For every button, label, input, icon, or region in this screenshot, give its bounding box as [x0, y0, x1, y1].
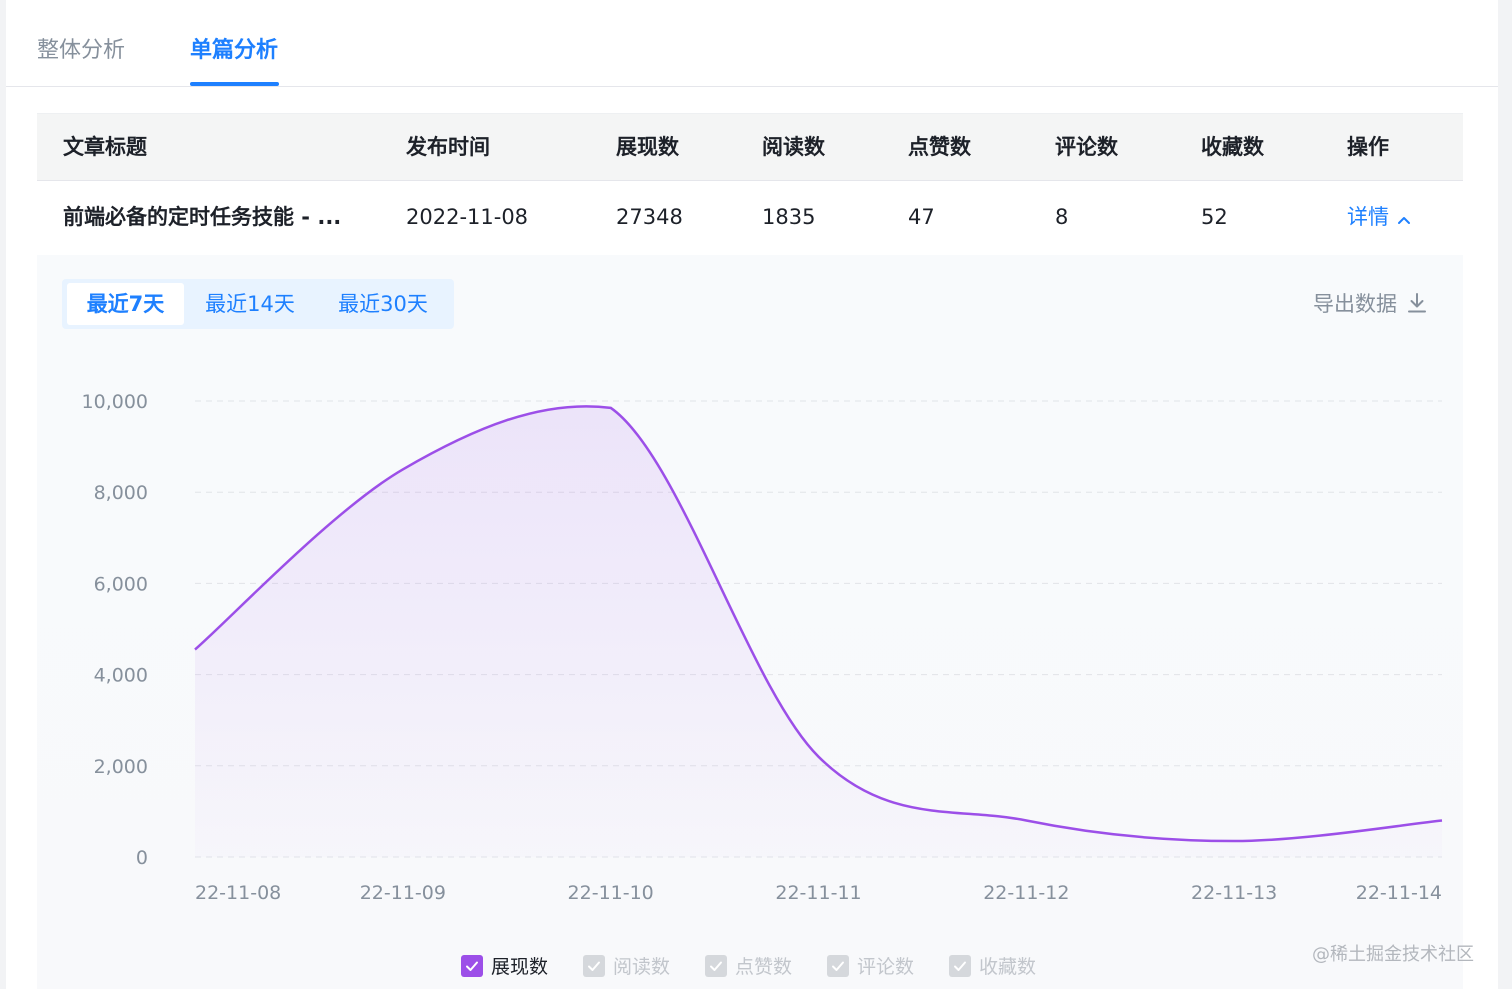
data-point[interactable]: [400, 466, 406, 472]
column-header-reads: 阅读数: [762, 135, 825, 159]
data-point[interactable]: [816, 754, 822, 760]
legend-item[interactable]: 收藏数: [949, 952, 1036, 979]
content-panel: 整体分析 单篇分析 文章标题 发布时间 展现数 阅读数 点赞数 评论数 收藏数 …: [6, 0, 1498, 989]
legend-label: 评论数: [857, 956, 915, 978]
x-axis-tick-label: 22-11-14: [1356, 882, 1442, 904]
x-axis-tick-label: 22-11-13: [1191, 882, 1277, 904]
y-axis-tick-label: 4,000: [94, 665, 148, 687]
legend-item[interactable]: 点赞数: [705, 952, 792, 979]
y-axis-tick-label: 6,000: [94, 573, 148, 595]
x-axis-tick-label: 22-11-09: [360, 882, 446, 904]
publish-date: 2022-11-08: [406, 205, 529, 229]
impressions-area-chart: 0 2,000 4,000 6,000 8,000 10,000 22-11-08 22-1…: [82, 391, 1445, 904]
table-row: 前端必备的定时任务技能 - ... 2022-11-08 27348 1835 …: [37, 180, 1463, 254]
x-axis-tick-label: 22-11-10: [568, 882, 654, 904]
details-toggle-button[interactable]: 详情: [1347, 203, 1411, 232]
column-header-likes: 点赞数: [908, 135, 971, 159]
data-point[interactable]: [1231, 838, 1237, 844]
x-axis-tick-label: 22-11-11: [775, 882, 861, 904]
column-header-date: 发布时间: [406, 135, 490, 159]
legend-item[interactable]: 展现数: [461, 952, 548, 979]
data-point[interactable]: [1439, 818, 1445, 824]
article-title[interactable]: 前端必备的定时任务技能 - ...: [63, 203, 341, 231]
y-axis-tick-label: 2,000: [94, 756, 148, 778]
column-header-favorites: 收藏数: [1201, 135, 1264, 159]
checkbox-icon[interactable]: [705, 954, 727, 977]
reads-count: 1835: [762, 205, 816, 229]
data-point[interactable]: [192, 647, 198, 653]
analysis-tabs: 整体分析 单篇分析: [6, 0, 1498, 87]
watermark: @稀土掘金技术社区: [1312, 944, 1474, 965]
legend-label: 点赞数: [735, 956, 793, 978]
x-axis-tick-label: 22-11-08: [195, 882, 281, 904]
article-detail-panel: 最近7天 最近14天 最近30天 导出数据 0 2,000 4,000 6,000 8,…: [37, 255, 1463, 989]
impressions-area: [195, 406, 1442, 857]
tab-overall-analysis[interactable]: 整体分析: [37, 36, 125, 66]
data-point[interactable]: [608, 405, 614, 411]
checkbox-icon[interactable]: [461, 954, 483, 977]
likes-count: 47: [908, 205, 935, 229]
legend-label: 阅读数: [613, 956, 671, 978]
comments-count: 8: [1055, 205, 1069, 229]
favorites-count: 52: [1201, 205, 1228, 229]
legend-label: 展现数: [491, 956, 549, 978]
page-scrollbar[interactable]: [1498, 0, 1512, 989]
table-header: 文章标题 发布时间 展现数 阅读数 点赞数 评论数 收藏数 操作: [37, 113, 1463, 181]
impressions-count: 27348: [616, 205, 683, 229]
chart-legend: 展现数 阅读数 点赞数 评论数 收藏数: [37, 952, 1463, 982]
y-axis-tick-label: 0: [136, 847, 148, 869]
y-axis-tick-label: 8,000: [94, 482, 148, 504]
legend-item[interactable]: 阅读数: [583, 952, 670, 979]
active-tab-indicator: [190, 82, 279, 86]
tab-single-analysis[interactable]: 单篇分析: [190, 36, 278, 66]
column-header-comments: 评论数: [1055, 135, 1118, 159]
x-axis-tick-label: 22-11-12: [983, 882, 1069, 904]
legend-label: 收藏数: [979, 956, 1037, 978]
checkbox-icon[interactable]: [949, 954, 971, 977]
column-header-title: 文章标题: [63, 135, 147, 159]
chevron-up-icon: [1397, 204, 1411, 232]
checkbox-icon[interactable]: [827, 954, 849, 977]
details-label: 详情: [1347, 205, 1389, 229]
y-axis-tick-label: 10,000: [82, 391, 148, 413]
column-header-impressions: 展现数: [616, 135, 679, 159]
checkbox-icon[interactable]: [583, 954, 605, 977]
column-header-actions: 操作: [1347, 135, 1389, 159]
data-point[interactable]: [1023, 818, 1029, 824]
legend-item[interactable]: 评论数: [827, 952, 914, 979]
